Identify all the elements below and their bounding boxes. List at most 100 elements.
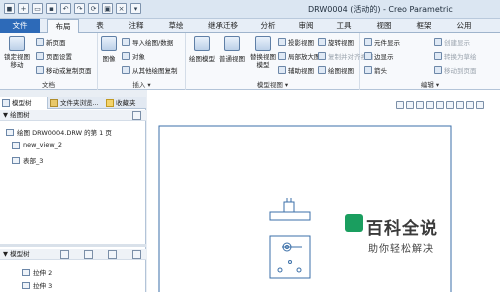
tab-view[interactable]: 视图 — [370, 19, 398, 33]
zoom-fit-icon[interactable] — [396, 101, 404, 109]
projection-view-button[interactable]: 投影视图 — [278, 37, 314, 47]
model-tree-filter-icon[interactable] — [84, 250, 93, 259]
save-icon[interactable]: ▪ — [46, 3, 57, 14]
folder-icon — [50, 99, 58, 107]
move-copy-page-button[interactable]: 移动或复制页面 — [36, 65, 92, 75]
arrow-button[interactable]: 箭头 — [364, 65, 387, 75]
convert-to-draft-button[interactable]: 转换为草绘 — [434, 51, 477, 61]
arrow-icon — [364, 66, 372, 74]
model-tree-header[interactable]: ▼ 模型树 — [0, 249, 146, 260]
group-model-views-label-text: 模型视图 — [256, 81, 283, 89]
panel-splitter[interactable] — [0, 244, 146, 247]
group-insert-label-text: 插入 — [132, 81, 146, 89]
tree-item-view[interactable]: new_view_2 — [12, 141, 62, 149]
window-title: DRW0004 (活动的) - Creo Parametric — [308, 5, 453, 14]
tree-item-view-label: new_view_2 — [23, 141, 63, 149]
import-drawing-data-button[interactable]: 导入绘图/数据 — [122, 37, 173, 47]
auxiliary-view-label: 辅助视图 — [288, 67, 314, 75]
create-display-button[interactable]: 创建显示 — [434, 37, 470, 47]
move-to-page-button[interactable]: 移动到页面 — [434, 65, 477, 75]
tab-annotate[interactable]: 注释 — [120, 19, 152, 33]
display-style-icon[interactable] — [436, 101, 444, 109]
tree-item-extrude-3[interactable]: 拉伸 3 — [22, 280, 52, 290]
tab-file[interactable]: 文件 — [0, 19, 40, 33]
drawing-model-button[interactable]: 绘图模型 — [189, 36, 215, 63]
rotated-view-button[interactable]: 旋转视图 — [318, 37, 354, 47]
tab-frame[interactable]: 框架 — [410, 19, 438, 33]
import-drawing-data-label: 导入绘图/数据 — [132, 39, 174, 47]
tree-item-extrude-2-label: 拉伸 2 — [33, 269, 53, 277]
customize-toolbar-icon[interactable]: ▾ — [130, 3, 141, 14]
watermark-logo-icon — [345, 214, 363, 232]
favorites-icon — [106, 99, 114, 107]
tab-tools[interactable]: 工具 — [330, 19, 358, 33]
new-page-button[interactable]: 新页面 — [36, 37, 66, 47]
convert-draft-icon — [434, 52, 442, 60]
group-edit-label: 编辑 ▾ — [420, 81, 440, 89]
zoom-out-icon[interactable] — [416, 101, 424, 109]
group-insert: 图像 导入绘图/数据 对象 从其他绘图复制 插入 ▾ — [98, 33, 186, 90]
table-icon — [12, 156, 20, 164]
object-button[interactable]: 对象 — [122, 51, 145, 61]
front-view-outline — [269, 235, 311, 279]
tree-item-table[interactable]: 表部_3 — [12, 155, 43, 165]
view-manager-icon[interactable] — [466, 101, 474, 109]
repaint-icon[interactable] — [426, 101, 434, 109]
tab-folder-browser[interactable]: 文件夹浏览... — [48, 97, 100, 109]
element-display-button[interactable]: 元件显示 — [364, 37, 400, 47]
model-tree-options-icon[interactable] — [132, 250, 141, 259]
edge-display-button[interactable]: 边显示 — [364, 51, 394, 61]
move-copy-page-label: 移动或复制页面 — [46, 67, 92, 75]
new-file-icon[interactable]: + — [18, 3, 29, 14]
move-to-page-label: 移动到页面 — [444, 67, 477, 75]
close-window-icon[interactable]: × — [116, 3, 127, 14]
model-tree-settings-icon[interactable] — [60, 250, 69, 259]
tab-model-tree[interactable]: 模型树 — [0, 97, 48, 109]
general-view-button[interactable]: 普通视图 — [219, 36, 245, 63]
convert-to-draft-label: 转换为草绘 — [444, 53, 477, 61]
datum-display-icon[interactable] — [446, 101, 454, 109]
tab-legacy-migration[interactable]: 继承迁移 — [198, 19, 248, 33]
tab-model-tree-label: 模型树 — [12, 99, 32, 107]
sheet-icon — [6, 128, 14, 136]
tab-favorites[interactable]: 收藏夹 — [104, 97, 146, 109]
model-tree-show-icon[interactable] — [108, 250, 117, 259]
open-file-icon[interactable]: ▭ — [32, 3, 43, 14]
detail-view-button[interactable]: 局部放大图 — [278, 51, 321, 61]
annotation-display-icon[interactable] — [456, 101, 464, 109]
tab-review[interactable]: 审阅 — [292, 19, 320, 33]
lock-view-move-button[interactable]: 锁定视图移动 — [3, 36, 31, 69]
element-display-label: 元件显示 — [374, 39, 400, 47]
redo-icon[interactable]: ↷ — [74, 3, 85, 14]
undo-icon[interactable]: ↶ — [60, 3, 71, 14]
drawing-canvas[interactable] — [147, 90, 500, 292]
tree-item-sheet[interactable]: 绘图 DRW0004.DRW 的第 1 页 — [6, 127, 112, 137]
ribbon-panel: 锁定视图移动 新页面 页面设置 移动或复制页面 文档 图像 导入绘图/数据 对象 — [0, 33, 500, 90]
copy-from-other-drawing-button[interactable]: 从其他绘图复制 — [122, 65, 178, 75]
auxiliary-view-button[interactable]: 辅助视图 — [278, 65, 314, 75]
drawing-model-label: 绘图模型 — [189, 55, 215, 63]
windows-icon[interactable]: ▣ — [102, 3, 113, 14]
zoom-in-icon[interactable] — [406, 101, 414, 109]
tab-common[interactable]: 公用 — [450, 19, 478, 33]
lock-view-move-label: 锁定视图移动 — [4, 53, 30, 69]
replace-view-model-button[interactable]: 替换视图模型 — [248, 36, 278, 69]
image-button[interactable]: 图像 — [101, 36, 117, 63]
tab-analysis[interactable]: 分析 — [254, 19, 282, 33]
extrude-icon — [22, 268, 30, 276]
tab-sketch[interactable]: 草绘 — [160, 19, 192, 33]
graphics-toolbar — [396, 101, 484, 109]
tree-item-extrude-3-label: 拉伸 3 — [33, 282, 53, 290]
drawing-tree-header[interactable]: ▼ 绘图树 — [0, 110, 146, 121]
detail-view-label: 局部放大图 — [288, 53, 321, 61]
page-setup-button[interactable]: 页面设置 — [36, 51, 72, 61]
tree-item-extrude-2[interactable]: 拉伸 2 — [22, 267, 52, 277]
drawing-view-button[interactable]: 绘图视图 — [318, 65, 354, 75]
drawing-tree-options-icon[interactable] — [132, 111, 141, 120]
tab-table[interactable]: 表 — [88, 19, 112, 33]
group-model-views-label: 模型视图 ▾ — [256, 81, 289, 89]
tab-layout[interactable]: 布局 — [47, 19, 79, 34]
sheet-settings-icon[interactable] — [476, 101, 484, 109]
page-setup-icon — [36, 52, 44, 60]
regenerate-icon[interactable]: ⟳ — [88, 3, 99, 14]
